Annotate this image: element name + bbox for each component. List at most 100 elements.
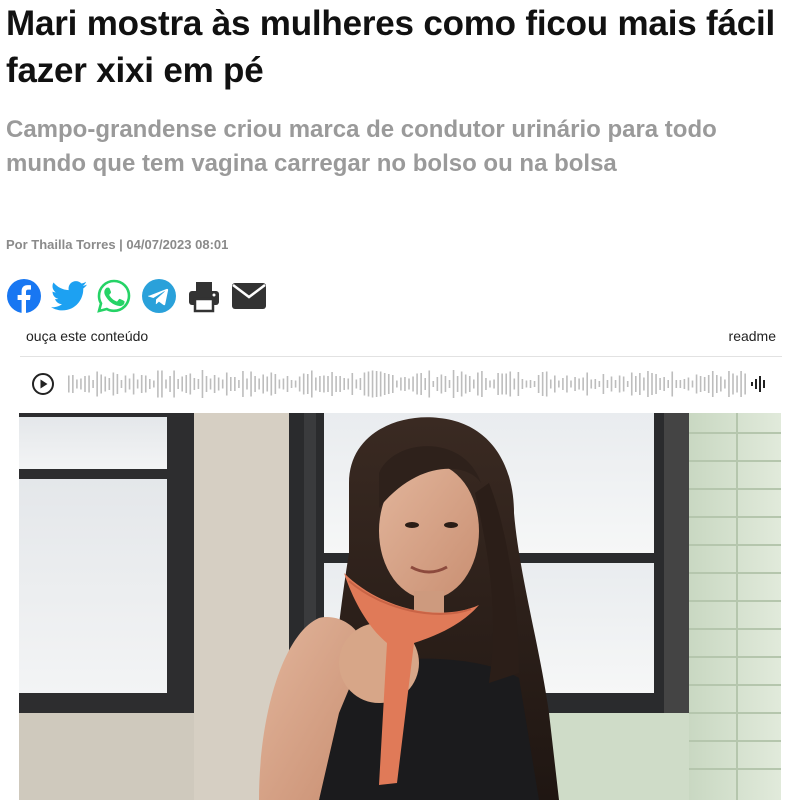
waveform-bar [221,379,224,389]
waveform-bar [209,378,212,390]
waveform-bar [104,376,107,392]
waveform-bar [250,371,252,397]
waveform-bar [444,376,447,392]
soundwave-icon[interactable] [750,375,768,393]
waveform-bar [120,380,123,388]
waveform-bar [383,373,386,395]
waveform-bar [225,372,228,396]
waveform-bar [566,375,568,393]
waveform-bar [541,372,544,396]
waveform-bar [606,380,609,388]
article-subtitle: Campo-grandense criou marca de condutor … [6,116,717,177]
waveform-bar [238,380,240,388]
waveform-bar [379,371,382,397]
waveform-bar [286,376,289,392]
waveform-bar [610,376,613,392]
waveform-bar [242,371,244,397]
waveform-bar [306,374,309,394]
waveform-bar [703,377,706,391]
waveform-bar [586,372,588,396]
waveform-bar [529,380,532,388]
waveform-bar [432,381,435,387]
waveform-bar [545,371,548,397]
waveform-bar [311,370,313,398]
waveform-bar [728,371,730,397]
waveform-bar [622,376,625,392]
waveform-bar [153,380,155,388]
waveform-bar [274,374,277,394]
waveform-bar [254,376,256,392]
telegram-icon[interactable] [141,278,177,314]
waveform-bar [290,380,293,388]
waveform-bar [509,371,512,397]
waveform-bar [197,379,200,389]
waveform-bar [375,371,378,397]
waveform-bar [699,376,702,392]
waveform-bar [732,373,734,395]
waveform-bar [76,379,78,389]
waveform-bar [485,378,487,390]
waveform-bar [707,375,710,393]
email-icon[interactable] [231,278,267,314]
waveform-bar [513,378,516,390]
waveform-bar [647,371,649,397]
waveform-bar [651,373,653,395]
waveform-bar [116,374,119,394]
waveform-bar [319,376,321,392]
waveform-bar [635,376,637,392]
waveform-bar [570,380,572,388]
waveform-bar [367,371,370,397]
waveform-bar [436,377,439,391]
waveform-bar [201,370,204,398]
waveform-bar [691,380,694,388]
waveform-bar [100,374,102,394]
twitter-icon[interactable] [51,278,87,314]
waveform-bar [456,376,459,392]
waveform-bar [558,380,560,388]
whatsapp-icon[interactable] [96,278,132,314]
waveform-bar [351,373,354,395]
waveform-bar [205,376,208,392]
waveform-bar [400,377,402,391]
waveform-bar [679,380,682,388]
waveform-bar [149,379,151,389]
share-bar [6,276,267,316]
waveform-bar [614,380,617,388]
audio-brand[interactable]: readme [729,328,776,352]
waveform-bar [347,378,350,390]
waveform-bar [683,379,686,389]
article-photo [19,413,781,800]
waveform-bar [537,375,540,393]
audio-waveform[interactable] [68,369,758,399]
audio-player: ouça este conteúdo readme [20,322,782,407]
waveform-bar [582,377,584,391]
waveform-bar [448,380,451,388]
waveform-bar [165,379,167,389]
waveform-bar [517,372,520,396]
facebook-icon[interactable] [6,278,42,314]
waveform-bar [667,380,669,388]
waveform-bar [189,373,192,395]
waveform-bar [578,378,580,390]
article-byline: Por Thailla Torres | 04/07/2023 08:01 [6,237,229,252]
play-icon[interactable] [32,373,54,395]
print-icon[interactable] [186,278,222,314]
waveform-bar [554,375,556,393]
waveform-bar [339,376,341,392]
waveform-bar [473,379,475,389]
waveform-bar [590,379,593,389]
waveform-bar [230,377,232,391]
waveform-bar [671,371,674,397]
waveform-bar [124,375,127,393]
waveform-bar [72,375,74,393]
waveform-bar [246,378,248,390]
waveform-bar [562,378,564,390]
waveform-bar [408,378,410,390]
waveform-bar [363,372,366,396]
waveform-bar [740,371,742,397]
waveform-bar [298,376,301,392]
waveform-bar [675,380,678,388]
waveform-bar [716,375,718,393]
waveform-bar [720,376,722,392]
waveform-bar [663,377,665,391]
